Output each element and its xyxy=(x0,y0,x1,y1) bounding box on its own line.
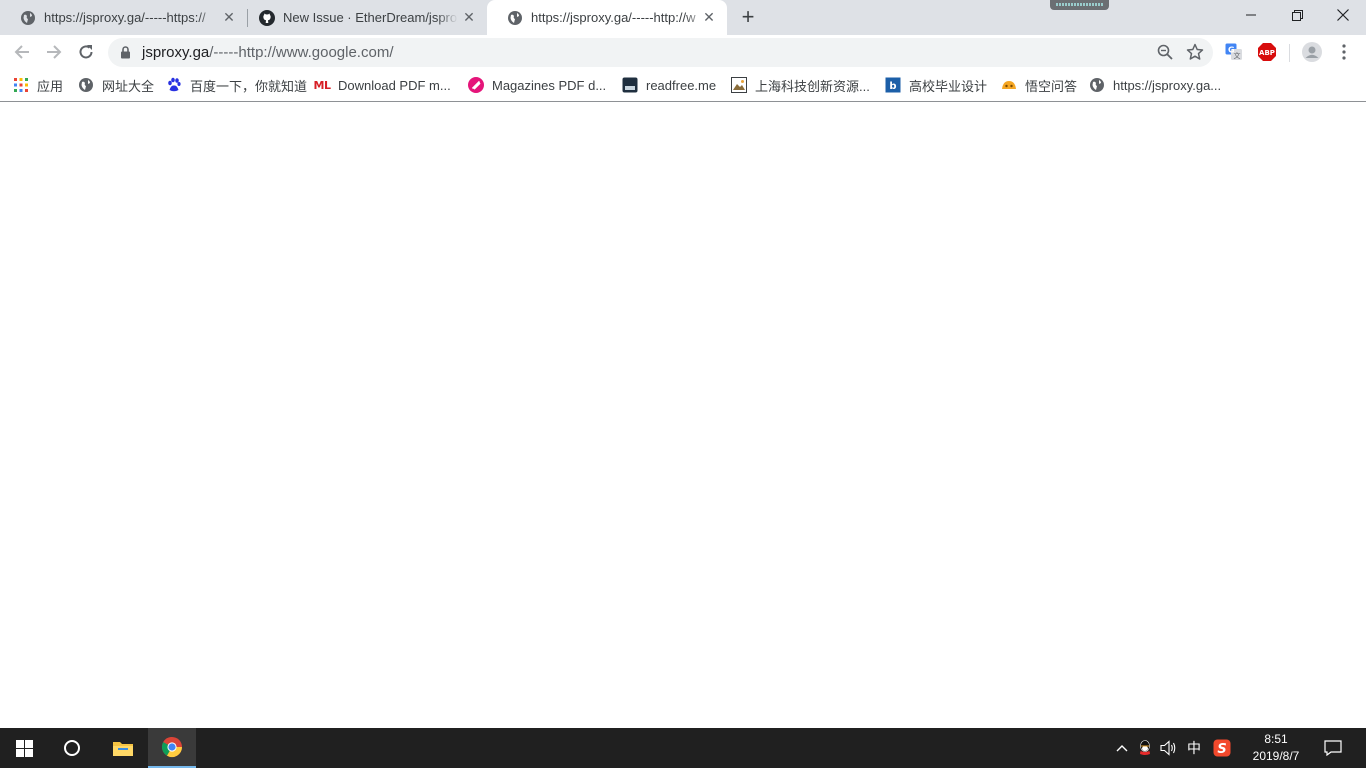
readfree-icon xyxy=(622,77,638,93)
bookmark-label: 应用 xyxy=(37,78,64,94)
url-host: jsproxy.ga xyxy=(142,44,210,61)
minimize-icon xyxy=(1246,14,1256,16)
notification-icon xyxy=(1324,740,1342,756)
close-window-button[interactable] xyxy=(1320,0,1366,30)
tab-title: New Issue · EtherDream/jsprox xyxy=(283,10,458,25)
profile-avatar[interactable] xyxy=(1302,42,1322,62)
sogou-ime-icon[interactable]: S xyxy=(1211,728,1233,768)
address-bar[interactable]: jsproxy.ga/-----http://www.google.com/ xyxy=(108,38,1213,67)
url-path: /-----http://www.google.com/ xyxy=(209,44,394,61)
tab-strip: https://jsproxy.ga/-----https:// ✕ New I… xyxy=(0,0,1366,35)
bookmark-blue-icon: b xyxy=(885,77,901,93)
volume-icon[interactable] xyxy=(1158,728,1180,768)
chrome-icon xyxy=(161,736,183,758)
windows-logo-icon xyxy=(15,739,33,757)
close-tab-icon[interactable]: ✕ xyxy=(701,9,717,25)
bookmark-label: 百度一下，你就知道 xyxy=(190,78,308,94)
clock-date: 2019/8/7 xyxy=(1252,749,1300,763)
bookmark-jsproxy[interactable]: https://jsproxy.ga... xyxy=(1089,76,1221,94)
windows-taskbar: 中 S 8:51 2019/8/7 xyxy=(0,728,1366,768)
bookmark-magazines[interactable]: Magazines PDF d... xyxy=(468,76,606,94)
bookmark-download-pdf[interactable]: ML Download PDF m... xyxy=(313,76,451,94)
bookmark-apps[interactable]: 应用 xyxy=(13,76,63,94)
image-icon xyxy=(731,77,747,93)
abp-label: ABP xyxy=(1259,49,1275,57)
avatar-icon xyxy=(1302,42,1322,62)
apps-grid-icon xyxy=(13,77,29,93)
bookmark-label: 高校毕业设计 xyxy=(909,78,988,94)
tab-1[interactable]: https://jsproxy.ga/-----https:// ✕ xyxy=(0,0,247,35)
bookmark-gaoxiao[interactable]: b 高校毕业设计 xyxy=(885,76,987,94)
lock-icon[interactable] xyxy=(120,46,131,64)
tab-title: https://jsproxy.ga/-----http://w xyxy=(531,10,696,25)
chrome-taskbar-button[interactable] xyxy=(148,728,196,768)
svg-text:S: S xyxy=(1217,742,1226,757)
menu-button[interactable] xyxy=(1334,42,1354,62)
bookmark-label: readfree.me xyxy=(646,77,717,93)
back-button[interactable] xyxy=(9,39,35,65)
restore-icon xyxy=(1291,9,1303,21)
page-viewport[interactable] xyxy=(0,102,1366,728)
globe-icon xyxy=(507,10,523,26)
minimize-button[interactable] xyxy=(1228,0,1274,30)
show-hidden-icons-button[interactable] xyxy=(1112,728,1132,768)
tab-3-active[interactable]: https://jsproxy.ga/-----http://w ✕ xyxy=(487,0,727,35)
bookmark-shanghai-keji[interactable]: 上海科技创新资源... xyxy=(731,76,870,94)
start-button[interactable] xyxy=(0,728,48,768)
translate-icon[interactable]: G文 xyxy=(1224,42,1244,62)
action-center-button[interactable] xyxy=(1319,728,1347,768)
reload-icon xyxy=(79,45,93,59)
tab-2[interactable]: New Issue · EtherDream/jsprox ✕ xyxy=(239,0,487,35)
new-tab-button[interactable]: + xyxy=(737,6,759,28)
bookmark-label: https://jsproxy.ga... xyxy=(1113,77,1222,93)
bookmark-label: 悟空问答 xyxy=(1025,78,1078,94)
bookmarks-bar: 应用 网址大全 百度一下，你就知道 ML Download PDF m... M… xyxy=(0,69,1366,102)
toolbar-separator xyxy=(1289,44,1290,62)
window-drag-indicator xyxy=(1050,0,1109,10)
arrow-left-icon xyxy=(14,45,29,59)
bookmark-label: Download PDF m... xyxy=(338,77,451,93)
reload-button[interactable] xyxy=(73,39,99,65)
close-tab-icon[interactable]: ✕ xyxy=(461,9,477,25)
bookmark-wangzhi[interactable]: 网址大全 xyxy=(78,76,154,94)
bookmark-label: 上海科技创新资源... xyxy=(755,78,870,94)
zoom-icon[interactable] xyxy=(1157,44,1173,65)
close-icon xyxy=(1337,9,1349,21)
forward-button[interactable] xyxy=(41,39,67,65)
clock-time: 8:51 xyxy=(1264,732,1288,746)
bookmark-wukong[interactable]: 悟空问答 xyxy=(1001,76,1077,94)
bookmark-readfree[interactable]: readfree.me xyxy=(622,76,716,94)
chevron-up-icon xyxy=(1116,745,1128,752)
restore-button[interactable] xyxy=(1274,0,1320,30)
bookmark-star-icon[interactable] xyxy=(1186,43,1204,66)
close-tab-icon[interactable]: ✕ xyxy=(221,9,237,25)
cortana-button[interactable] xyxy=(48,728,96,768)
cortana-circle-icon xyxy=(64,740,80,756)
bookmark-label: 网址大全 xyxy=(102,78,155,94)
github-icon xyxy=(259,9,275,26)
ime-indicator[interactable]: 中 xyxy=(1184,728,1204,768)
folder-icon xyxy=(113,742,133,756)
tab-title: https://jsproxy.ga/-----https:// xyxy=(44,10,206,25)
svg-text:b: b xyxy=(889,81,896,92)
arrow-right-icon xyxy=(47,45,62,59)
wukong-icon xyxy=(1001,77,1017,93)
globe-icon xyxy=(78,77,94,93)
globe-icon xyxy=(20,10,36,26)
qq-tray-icon[interactable] xyxy=(1135,728,1155,768)
globe-icon xyxy=(1089,77,1105,93)
magazine-icon xyxy=(468,77,484,93)
browser-toolbar: jsproxy.ga/-----http://www.google.com/ G… xyxy=(0,35,1366,69)
adblock-plus-icon[interactable]: ABP xyxy=(1257,42,1277,62)
more-vertical-icon xyxy=(1342,44,1346,60)
baidu-paw-icon xyxy=(166,77,182,93)
file-explorer-button[interactable] xyxy=(99,728,147,768)
bookmark-baidu[interactable]: 百度一下，你就知道 xyxy=(166,76,307,94)
url-text[interactable]: jsproxy.ga/-----http://www.google.com/ xyxy=(142,44,393,61)
bookmark-label: Magazines PDF d... xyxy=(492,77,607,93)
ml-logo-icon: ML xyxy=(313,78,331,92)
system-clock[interactable]: 8:51 2019/8/7 xyxy=(1240,728,1312,768)
svg-text:文: 文 xyxy=(1234,51,1241,60)
